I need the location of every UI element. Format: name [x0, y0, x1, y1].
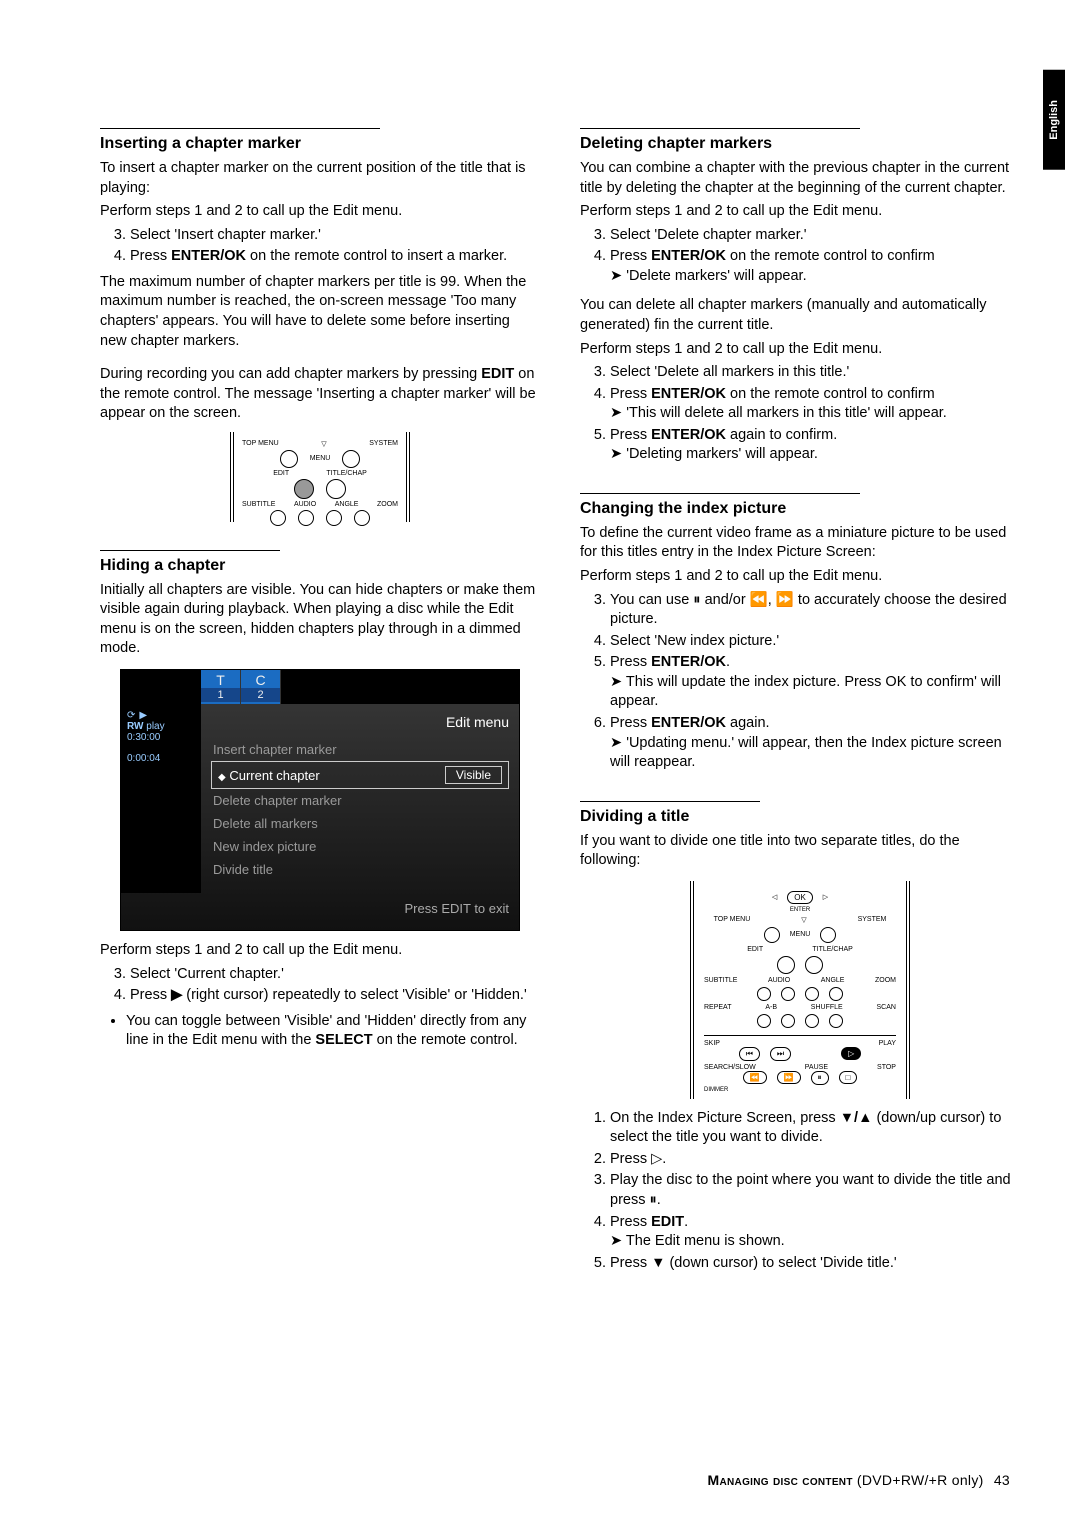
step-4b: Press ENTER/OK on the remote control to …: [610, 385, 1020, 424]
heading-inserting: Inserting a chapter marker: [100, 128, 380, 153]
step-2: Press ▷.: [610, 1150, 1020, 1170]
text: Perform steps 1 and 2 to call up the Edi…: [100, 202, 540, 222]
page-footer: Managing disc content (DVD+RW/+R only) 4…: [708, 1472, 1010, 1488]
step-5: Press ENTER/OK again to confirm. 'Deleti…: [610, 426, 1020, 465]
text: Perform steps 1 and 2 to call up the Edi…: [580, 340, 1020, 360]
text: You can delete all chapter markers (manu…: [580, 296, 1020, 335]
step-5: Press ▼ (down cursor) to select 'Divide …: [610, 1254, 1020, 1274]
step-6: Press ENTER/OK again. 'Updating menu.' w…: [610, 714, 1020, 773]
heading-deleting: Deleting chapter markers: [580, 128, 860, 153]
step-1: On the Index Picture Screen, press ▼/▲ (…: [610, 1109, 1020, 1148]
text: To insert a chapter marker on the curren…: [100, 159, 540, 198]
step-3: Select 'Insert chapter marker.': [130, 226, 540, 246]
text: During recording you can add chapter mar…: [100, 365, 540, 424]
step-5: Press ENTER/OK. This will update the ind…: [610, 653, 1020, 712]
text: Initially all chapters are visible. You …: [100, 581, 540, 659]
step-3b: Select 'Delete all markers in this title…: [610, 363, 1020, 383]
text: Perform steps 1 and 2 to call up the Edi…: [100, 941, 540, 961]
heading-dividing: Dividing a title: [580, 801, 760, 826]
remote-diagram-small: TOP MENU ▽ SYSTEM MENU EDIT TITLE/CHAP: [230, 432, 410, 522]
text: To define the current video frame as a m…: [580, 524, 1020, 563]
heading-hiding: Hiding a chapter: [100, 550, 280, 575]
heading-changing-index: Changing the index picture: [580, 493, 860, 518]
text: The maximum number of chapter markers pe…: [100, 273, 540, 351]
step-3: Play the disc to the point where you wan…: [610, 1171, 1020, 1210]
text: If you want to divide one title into two…: [580, 832, 1020, 871]
step-4: Press EDIT. The Edit menu is shown.: [610, 1213, 1020, 1252]
step-3: Select 'Delete chapter marker.': [610, 226, 1020, 246]
right-column: Deleting chapter markers You can combine…: [580, 100, 1020, 1279]
edit-menu-screenshot: T1 C2 ⟳▶ RW play 0:30:00 0:00:04 Edit me: [120, 669, 520, 931]
left-column: Inserting a chapter marker To insert a c…: [100, 100, 540, 1279]
language-tab: English: [1043, 70, 1065, 170]
step-4: Select 'New index picture.': [610, 632, 1020, 652]
step-4: Press ENTER/OK on the remote control to …: [610, 247, 1020, 286]
step-3: Select 'Current chapter.': [130, 965, 540, 985]
text: Perform steps 1 and 2 to call up the Edi…: [580, 202, 1020, 222]
step-4: Press ENTER/OK on the remote control to …: [130, 247, 540, 267]
bullet: You can toggle between 'Visible' and 'Hi…: [126, 1012, 540, 1051]
remote-diagram-large: ◁ OK ▷ ENTER TOP MENU ▽ SYSTEM MENU EDIT: [690, 881, 910, 1099]
text: Perform steps 1 and 2 to call up the Edi…: [580, 567, 1020, 587]
text: You can combine a chapter with the previ…: [580, 159, 1020, 198]
step-3: You can use ⏸ and/or ⏪, ⏩ to accurately …: [610, 591, 1020, 630]
step-4: Press ▶ (right cursor) repeatedly to sel…: [130, 986, 540, 1006]
